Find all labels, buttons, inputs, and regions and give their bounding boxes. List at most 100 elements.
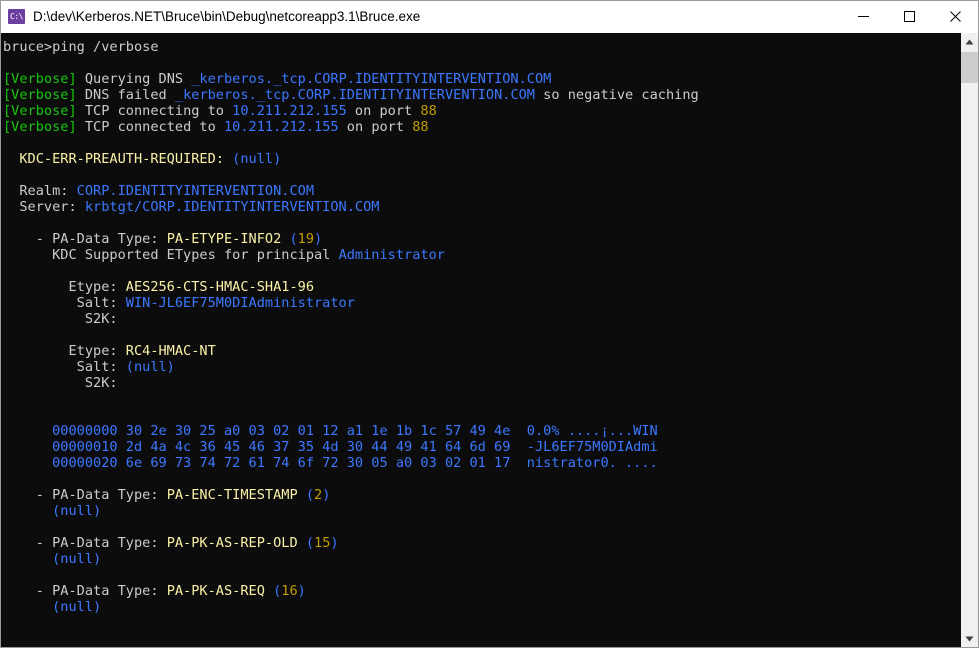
verbose-tag: [Verbose] [3,119,77,135]
etype-label: Etype: [3,279,126,295]
prompt-label: bruce> [3,39,53,55]
padata-name: PA-PK-AS-REQ [166,583,265,599]
salt-label: Salt: [3,359,126,375]
scroll-up-arrow-icon [965,39,974,44]
log-segment: Querying DNS [76,71,192,87]
etype-value: AES256-CTS-HMAC-SHA1-96 [125,279,315,295]
padata-value-line: (null) [3,599,960,615]
salt-label: Salt: [3,295,126,311]
s2k-label: S2K: [3,375,118,391]
title-bar[interactable]: C:\ D:\dev\Kerberos.NET\Bruce\bin\Debug\… [1,1,978,33]
s2k-label: S2K: [3,311,118,327]
maximize-icon [903,11,915,22]
padata-number: 15 [314,535,331,551]
etype-line: Etype: RC4-HMAC-NT [3,343,960,359]
hexdump-line: 00000010 2d 4a 4c 36 45 46 37 35 4d 30 4… [3,439,960,455]
hexdump-text: 00000010 2d 4a 4c 36 45 46 37 35 4d 30 4… [3,439,658,455]
verbose-log-line: [Verbose] Querying DNS _kerberos._tcp.CO… [3,71,960,87]
verbose-log-line: [Verbose] DNS failed _kerberos._tcp.CORP… [3,87,960,103]
padata-name: PA-PK-AS-REP-OLD [166,535,298,551]
server-line: Server: krbtgt/CORP.IDENTITYINTERVENTION… [3,199,960,215]
scroll-up-button[interactable] [961,33,978,50]
kdc-error-label: KDC-ERR-PREAUTH-REQUIRED: [3,151,233,167]
verbose-tag: [Verbose] [3,87,77,103]
scrollbar-thumb[interactable] [961,52,978,83]
verbose-log-line: [Verbose] TCP connected to 10.211.212.15… [3,119,960,135]
verbose-tag: [Verbose] [3,103,77,119]
verbose-tag: [Verbose] [3,71,77,87]
padata-open-paren: ( [297,535,315,551]
maximize-button[interactable] [886,1,932,32]
log-segment: on port [338,119,413,135]
s2k-line: S2K: [3,375,960,391]
minimize-icon [857,16,869,17]
padata-type-line: - PA-Data Type: PA-PK-AS-REP-OLD (15) [3,535,960,551]
console-icon-glyph: C:\ [10,11,23,21]
padata-open-paren: ( [281,231,298,247]
server-value: krbtgt/CORP.IDENTITYINTERVENTION.COM [84,199,380,215]
padata-prefix: - PA-Data Type: [3,487,167,503]
log-segment: DNS failed [76,87,175,103]
hexdump-text: 00000000 30 2e 30 25 a0 03 02 01 12 a1 1… [3,423,658,439]
etype-label: Etype: [3,343,126,359]
scroll-down-arrow-icon [965,636,974,641]
padata-prefix: - PA-Data Type: [3,535,167,551]
padata-value: (null) [52,503,102,519]
padata-name: PA-ETYPE-INFO2 [166,231,282,247]
padata-prefix: - PA-Data Type: [3,583,167,599]
padata-close-paren: ) [314,231,323,247]
log-segment: 10.211.212.155 [224,119,339,135]
padata-type-line: - PA-Data Type: PA-ENC-TIMESTAMP (2) [3,487,960,503]
server-label: Server: [3,199,85,215]
padata-type-line: - PA-Data Type: PA-ETYPE-INFO2 (19) [3,231,960,247]
padata-close-paren: ) [330,535,339,551]
kdc-error-value: (null) [232,151,282,167]
terminal-area: bruce>ping /verbose [Verbose] Querying DN… [1,33,978,647]
padata-value: (null) [52,599,102,615]
log-segment: 10.211.212.155 [232,103,347,119]
padata-value: (null) [52,551,102,567]
hexdump-line: 00000020 6e 69 73 74 72 61 74 6f 72 30 0… [3,455,960,471]
salt-value: (null) [125,359,175,375]
principal-name: Administrator [338,247,445,263]
terminal-output[interactable]: bruce>ping /verbose [Verbose] Querying DN… [1,33,960,647]
log-segment: TCP connecting to [76,103,233,119]
padata-number: 2 [314,487,323,503]
hexdump-text: 00000020 6e 69 73 74 72 61 74 6f 72 30 0… [3,455,658,471]
scrollbar-track[interactable] [961,50,978,630]
etype-value: RC4-HMAC-NT [125,343,216,359]
padata-value-line: (null) [3,503,960,519]
log-segment: 88 [420,103,437,119]
log-segment: _kerberos._tcp.CORP.IDENTITYINTERVENTION… [191,71,552,87]
log-segment: _kerberos._tcp.CORP.IDENTITYINTERVENTION… [174,87,535,103]
padata-close-paren: ) [322,487,331,503]
close-icon [949,11,961,22]
padata-open-paren: ( [264,583,282,599]
etype-line: Etype: AES256-CTS-HMAC-SHA1-96 [3,279,960,295]
padata-prefix: - PA-Data Type: [3,231,167,247]
realm-line: Realm: CORP.IDENTITYINTERVENTION.COM [3,183,960,199]
realm-label: Realm: [3,183,77,199]
verbose-log-line: [Verbose] TCP connecting to 10.211.212.1… [3,103,960,119]
scroll-down-button[interactable] [961,630,978,647]
log-segment: TCP connected to [76,119,224,135]
console-window: C:\ D:\dev\Kerberos.NET\Bruce\bin\Debug\… [0,0,979,648]
vertical-scrollbar[interactable] [960,33,978,647]
minimize-button[interactable] [840,1,886,32]
supported-etypes-label: KDC Supported ETypes for principal [3,247,339,263]
window-title: D:\dev\Kerberos.NET\Bruce\bin\Debug\netc… [33,9,421,24]
close-button[interactable] [932,1,978,32]
